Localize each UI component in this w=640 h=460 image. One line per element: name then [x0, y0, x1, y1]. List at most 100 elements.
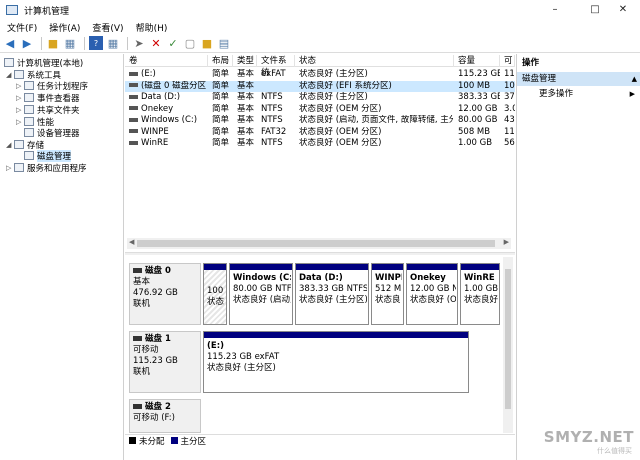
cell-status: 状态良好 (EFI 系统分区) — [299, 80, 392, 91]
partition-bar — [230, 264, 292, 270]
computer-icon — [4, 58, 14, 67]
volume-row[interactable]: Onekey 简单 基本 NTFS 状态良好 (OEM 分区) 12.00 GB 3.0 — [125, 104, 515, 115]
expand-icon[interactable]: ▷ — [6, 164, 14, 172]
removable-disk-icon — [133, 336, 142, 341]
partition-winre[interactable]: WinRE 1.00 GB 状态良好 — [460, 263, 500, 325]
toolbar-divider — [84, 36, 85, 50]
document-icon[interactable]: ▢ — [183, 36, 197, 50]
column-layout[interactable]: 布局 — [208, 55, 233, 67]
device-manager-icon — [24, 128, 34, 137]
tree-item-shared-folders[interactable]: ▷ 共享文件夹 — [16, 104, 80, 116]
tree-storage[interactable]: ◢ 存储 — [6, 139, 44, 151]
expand-icon[interactable]: ▷ — [16, 118, 24, 126]
volume-row[interactable]: (E:) 简单 基本 exFAT 状态良好 (主分区) 115.23 GB 11 — [125, 69, 515, 80]
partition-bar — [204, 332, 468, 338]
cell-capacity: 80.00 GB — [458, 115, 498, 125]
up-folder-icon[interactable]: ■ — [46, 36, 60, 50]
more-actions[interactable]: 更多操作 ▶ — [517, 87, 640, 101]
forward-icon[interactable]: ▶ — [20, 36, 34, 50]
expand-icon[interactable]: ▷ — [16, 94, 24, 102]
column-type[interactable]: 类型 — [233, 55, 257, 67]
partition-efi[interactable]: 100 状态 — [203, 263, 227, 325]
help-icon[interactable]: ? — [89, 36, 103, 50]
disk-0-label[interactable]: 磁盘 0 基本 476.92 GB 联机 — [129, 263, 201, 325]
list-view-icon[interactable]: ▤ — [217, 36, 231, 50]
disk-map-scrollbar[interactable] — [503, 257, 513, 433]
cell-capacity: 100 MB — [458, 80, 491, 91]
volume-icon — [129, 94, 138, 99]
show-tree-icon[interactable]: ▦ — [63, 36, 77, 50]
cell-free: 11 — [504, 126, 515, 137]
cell-status: 状态良好 (OEM 分区) — [299, 138, 382, 148]
volume-row[interactable]: WinRE 简单 基本 NTFS 状态良好 (OEM 分区) 1.00 GB 56 — [125, 138, 515, 149]
cell-fs: FAT32 — [261, 126, 287, 137]
column-volume[interactable]: 卷 — [125, 55, 208, 67]
menu-action[interactable]: 操作(A) — [49, 21, 80, 34]
tree-disk-management[interactable]: 磁盘管理 — [24, 149, 72, 162]
expand-icon[interactable]: ▷ — [16, 106, 24, 114]
partition-onekey[interactable]: Onekey 12.00 GB N1 状态良好 (OI — [406, 263, 458, 325]
cell-fs: NTFS — [261, 92, 283, 102]
properties-icon[interactable]: ▦ — [106, 36, 120, 50]
unallocated-swatch — [129, 437, 136, 444]
watermark: SMYZ.NET — [543, 428, 634, 446]
tree-item-task-scheduler[interactable]: ▷ 任务计划程序 — [16, 80, 88, 92]
volume-row[interactable]: Data (D:) 简单 基本 NTFS 状态良好 (主分区) 383.33 GB 37 — [125, 92, 515, 103]
partition-winpe[interactable]: WINPE 512 MI 状态良 — [371, 263, 404, 325]
folder-search-icon[interactable]: ■ — [200, 36, 214, 50]
delete-icon[interactable]: ✕ — [149, 36, 163, 50]
volume-row[interactable]: (磁盘 0 磁盘分区 1)简单基本 状态良好 (EFI 系统分区) 100 MB 10 — [125, 80, 515, 92]
menu-help[interactable]: 帮助(H) — [136, 21, 168, 34]
scrollbar-thumb[interactable] — [505, 269, 511, 409]
toolbar-divider — [127, 36, 128, 50]
chevron-right-icon: ▶ — [629, 90, 635, 98]
disk-1-label[interactable]: 磁盘 1 可移动 115.23 GB 联机 — [129, 331, 201, 393]
tree-item-device-manager[interactable]: 设备管理器 — [24, 127, 80, 139]
tree-system-tools[interactable]: ◢ 系统工具 — [6, 69, 61, 81]
volume-list-scrollbar[interactable]: ◀ ▶ — [127, 238, 511, 249]
tree-item-event-viewer[interactable]: ▷ 事件查看器 — [16, 92, 80, 104]
column-capacity[interactable]: 容量 — [454, 55, 500, 67]
expand-icon[interactable]: ▷ — [16, 82, 24, 90]
cell-layout: 简单 — [212, 80, 230, 91]
cell-free: 11 — [504, 69, 515, 79]
title-bar: 计算机管理 – □ ✕ — [0, 0, 640, 20]
cell-free: 10 — [504, 80, 515, 91]
partition-windows-c[interactable]: Windows (C:) 80.00 GB NTFS 状态良好 (启动, — [229, 263, 293, 325]
partition-e[interactable]: (E:) 115.23 GB exFAT 状态良好 (主分区) — [203, 331, 469, 393]
check-icon[interactable]: ✓ — [166, 36, 180, 50]
column-filesystem[interactable]: 文件系统 — [257, 55, 295, 78]
tree-root[interactable]: 计算机管理(本地) — [4, 57, 83, 69]
event-viewer-icon — [24, 93, 34, 102]
minimize-button[interactable]: – — [538, 0, 572, 20]
collapse-up-icon[interactable]: ▲ — [632, 72, 637, 86]
column-free[interactable]: 可 — [500, 55, 515, 67]
cell-fs: NTFS — [261, 138, 283, 148]
actions-section-disk-management[interactable]: 磁盘管理 ▲ — [517, 72, 640, 86]
cell-name: Onekey — [129, 104, 209, 115]
collapse-icon[interactable]: ◢ — [6, 71, 14, 79]
pane-splitter[interactable] — [125, 252, 515, 255]
cell-type: 基本 — [237, 103, 255, 114]
column-status[interactable]: 状态 — [295, 55, 454, 67]
legend-primary: 主分区 — [180, 436, 207, 447]
menu-file[interactable]: 文件(F) — [7, 21, 37, 34]
scroll-right-icon[interactable]: ▶ — [504, 238, 509, 246]
cell-layout: 简单 — [212, 92, 230, 102]
cell-capacity: 508 MB — [458, 126, 491, 137]
disk-2-label[interactable]: 磁盘 2 可移动 (F:) — [129, 399, 201, 433]
back-icon[interactable]: ◀ — [3, 36, 17, 50]
collapse-icon[interactable]: ◢ — [6, 141, 14, 149]
scrollbar-thumb[interactable] — [137, 240, 495, 247]
menu-view[interactable]: 查看(V) — [92, 21, 123, 34]
tree-item-performance[interactable]: ▷ 性能 — [16, 116, 54, 128]
partition-data-d[interactable]: Data (D:) 383.33 GB NTFS 状态良好 (主分区) — [295, 263, 369, 325]
disk-icon — [133, 268, 142, 273]
toolbar: ◀ ▶ ■ ▦ ? ▦ ➤ ✕ ✓ ▢ ■ ▤ — [0, 34, 640, 53]
connect-icon[interactable]: ➤ — [132, 36, 146, 50]
tree-services[interactable]: ▷ 服务和应用程序 — [6, 162, 87, 174]
close-button[interactable]: ✕ — [606, 0, 640, 20]
scroll-left-icon[interactable]: ◀ — [129, 238, 134, 246]
volume-row[interactable]: WINPE 简单 基本 FAT32 状态良好 (OEM 分区) 508 MB 11 — [125, 127, 515, 138]
volume-row[interactable]: Windows (C:) 简单 基本 NTFS 状态良好 (启动, 页面文件, 故障转储… — [125, 115, 515, 126]
